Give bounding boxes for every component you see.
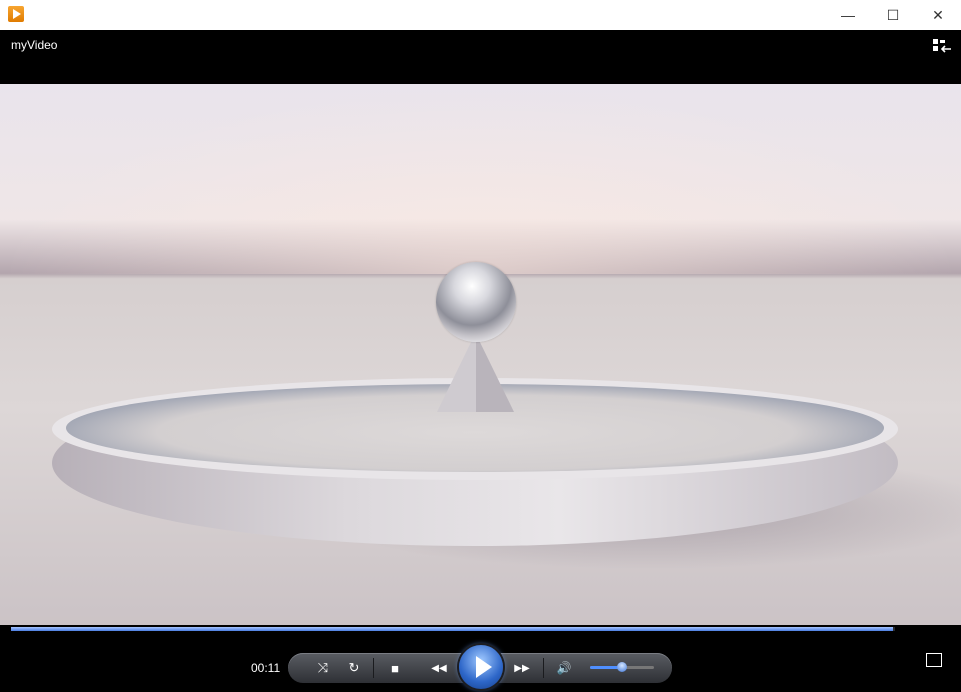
title-bar: — ☐ ✕ xyxy=(0,0,961,30)
next-button[interactable]: ▶▶ xyxy=(508,657,536,679)
stop-button[interactable]: ■ xyxy=(383,657,407,679)
previous-button[interactable]: ◀◀ xyxy=(425,657,453,679)
maximize-button[interactable]: ☐ xyxy=(870,0,916,30)
video-frame[interactable] xyxy=(0,84,961,625)
divider xyxy=(543,658,544,678)
elapsed-time: 00:11 xyxy=(251,661,281,675)
play-button[interactable] xyxy=(459,645,503,689)
fullscreen-icon[interactable] xyxy=(926,653,942,667)
video-title: myVideo xyxy=(11,38,58,52)
switch-to-library-icon[interactable] xyxy=(933,39,951,53)
mute-button[interactable]: 🔊 xyxy=(552,657,576,679)
minimize-button[interactable]: — xyxy=(825,0,871,30)
seek-progress xyxy=(11,627,893,631)
pyramid-shade xyxy=(476,334,514,412)
sky xyxy=(0,84,961,274)
shuffle-button[interactable]: ⤨ xyxy=(311,657,335,679)
chrome-sphere xyxy=(436,262,516,342)
divider xyxy=(373,658,374,678)
volume-knob[interactable] xyxy=(617,662,627,672)
close-button[interactable]: ✕ xyxy=(915,0,961,30)
player-header xyxy=(0,30,961,84)
repeat-button[interactable]: ↻ xyxy=(342,657,366,679)
media-player-icon xyxy=(8,6,24,22)
